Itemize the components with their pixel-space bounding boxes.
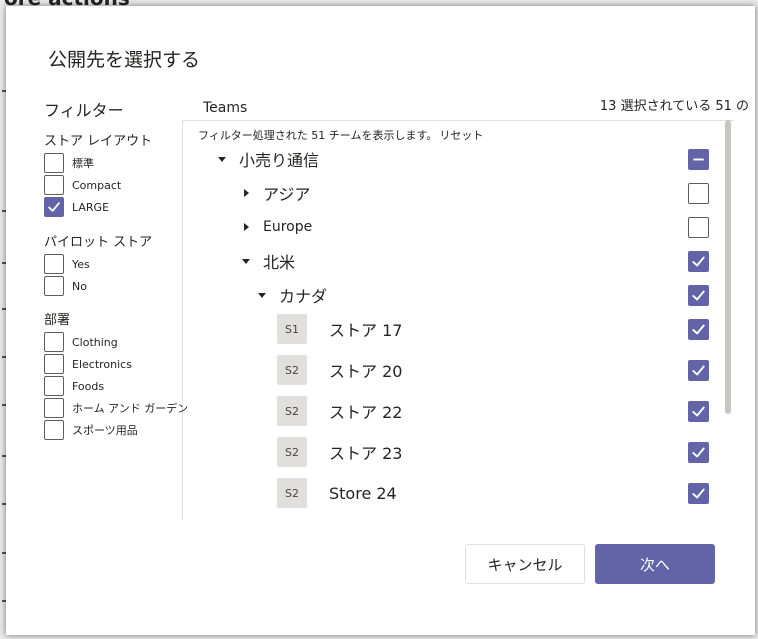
reset-link[interactable]: リセット <box>439 129 483 142</box>
teams-heading: Teams <box>203 100 248 116</box>
filter-option-label: No <box>72 279 87 293</box>
filter-option-label: LARGE <box>72 200 110 214</box>
checkmark-icon <box>692 488 705 498</box>
row-checkbox[interactable] <box>688 284 709 306</box>
tree-group-label: 北米 <box>263 253 296 272</box>
filter-status: フィルター処理された 51 チームを表示します。 リセット <box>198 127 483 143</box>
row-checkbox[interactable] <box>688 359 709 381</box>
filter-option[interactable]: Electronics <box>44 353 188 375</box>
tree-group-label: アジア <box>263 185 311 204</box>
team-name: ストア 17 <box>329 321 403 340</box>
header-divider <box>182 120 734 121</box>
team-row[interactable]: S2 ストア 22 <box>183 396 723 426</box>
filter-checkbox[interactable] <box>44 175 64 195</box>
tree-group-row[interactable]: アジア <box>183 178 723 208</box>
filter-checkbox[interactable] <box>44 197 64 217</box>
filter-checkbox[interactable] <box>44 398 64 418</box>
filter-group: 部署 Clothing Electronics Foods ホーム アンド ガーデン スポ… <box>44 311 188 441</box>
select-audience-dialog: 公開先を選択する フィルター Teams 13 選択されている 51 の ストア… <box>6 6 755 635</box>
row-checkbox[interactable] <box>688 441 709 463</box>
team-avatar: S2 <box>277 355 307 385</box>
team-name: ストア 23 <box>329 444 403 463</box>
team-row[interactable]: S2 ストア 23 <box>183 437 723 467</box>
filter-option[interactable]: LARGE <box>44 196 152 218</box>
row-checkbox[interactable] <box>688 216 709 238</box>
filter-group-label: パイロット ストア <box>44 235 153 250</box>
tree-group-row[interactable]: Europe <box>183 212 723 242</box>
tree-scrollbar[interactable] <box>725 120 731 414</box>
tree-group-row[interactable]: 北米 <box>183 246 723 276</box>
filter-option[interactable]: Clothing <box>44 331 188 353</box>
caret-down-icon[interactable] <box>217 154 227 164</box>
filter-option-label: Compact <box>72 178 122 192</box>
filter-group: パイロット ストア Yes No <box>44 233 152 297</box>
caret-right-icon[interactable] <box>241 188 251 198</box>
filter-group-label: 部署 <box>44 313 71 328</box>
team-avatar: S2 <box>277 437 307 467</box>
filter-group: ストア レイアウト標準 Compact LARGE <box>44 132 152 218</box>
checkmark-icon <box>692 406 705 416</box>
filter-checkbox[interactable] <box>44 276 64 296</box>
tree-group-label: カナダ <box>279 287 328 306</box>
team-name: ストア 20 <box>329 362 403 381</box>
tree-group-row[interactable]: 小売り通信 <box>183 146 723 174</box>
row-checkbox[interactable] <box>688 148 709 170</box>
filter-checkbox[interactable] <box>44 254 64 274</box>
row-checkbox[interactable] <box>688 318 709 340</box>
filter-checkbox[interactable] <box>44 376 64 396</box>
team-name: ストア 22 <box>329 403 403 422</box>
team-avatar: S2 <box>277 478 307 508</box>
filter-option-label: スポーツ用品 <box>72 424 138 437</box>
team-avatar: S2 <box>277 396 307 426</box>
filter-option-label: Yes <box>72 257 90 271</box>
filter-option[interactable]: Foods <box>44 375 188 397</box>
filter-checkbox[interactable] <box>44 332 64 352</box>
checkmark-icon <box>48 202 60 212</box>
filter-option[interactable]: ホーム アンド ガーデン <box>44 397 188 419</box>
filter-option[interactable]: Compact <box>44 174 152 196</box>
row-checkbox[interactable] <box>688 250 709 272</box>
caret-down-icon[interactable] <box>241 256 251 266</box>
row-checkbox[interactable] <box>688 482 709 504</box>
filter-option[interactable]: スポーツ用品 <box>44 419 188 441</box>
team-tree: 小売り通信アジア Europe 北米カナダ S1 ストア 17 S2 ストア 20 S2 ストア… <box>183 146 723 510</box>
filter-option-label: Electronics <box>72 357 132 371</box>
filter-option-label: 標準 <box>72 157 94 170</box>
tree-group-label: Europe <box>263 219 313 235</box>
tree-group-label: 小売り通信 <box>239 151 320 170</box>
filter-checkbox[interactable] <box>44 420 64 440</box>
row-checkbox[interactable] <box>688 400 709 422</box>
team-row[interactable]: S2 ストア 20 <box>183 355 723 385</box>
team-avatar: S1 <box>277 314 307 344</box>
next-button[interactable]: 次へ <box>595 544 715 584</box>
filter-option[interactable]: No <box>44 275 152 297</box>
cancel-button[interactable]: キャンセル <box>465 544 585 584</box>
dash-icon <box>693 158 704 160</box>
team-row[interactable]: S1 ストア 17 <box>183 314 723 344</box>
row-checkbox[interactable] <box>688 182 709 204</box>
filter-option[interactable]: 標準 <box>44 152 152 174</box>
checkmark-icon <box>692 290 705 300</box>
filter-option-label: Clothing <box>72 335 118 349</box>
caret-right-icon[interactable] <box>241 222 251 232</box>
filter-option-label: Foods <box>72 379 105 393</box>
caret-down-icon[interactable] <box>257 290 267 300</box>
selection-count: 13 選択されている 51 の <box>599 99 749 114</box>
team-name: Store 24 <box>329 483 397 503</box>
filter-option[interactable]: Yes <box>44 253 152 275</box>
checkmark-icon <box>692 324 705 334</box>
checkmark-icon <box>692 447 705 457</box>
filter-option-label: ホーム アンド ガーデン <box>72 402 189 415</box>
tree-group-row[interactable]: カナダ <box>183 280 723 310</box>
checkmark-icon <box>692 256 705 266</box>
checkmark-icon <box>692 365 705 375</box>
team-row[interactable]: S2 Store 24 <box>183 478 723 508</box>
filter-checkbox[interactable] <box>44 354 64 374</box>
dialog-title: 公開先を選択する <box>48 49 201 71</box>
filter-group-label: ストア レイアウト <box>44 134 153 149</box>
filter-checkbox[interactable] <box>44 153 64 173</box>
filter-heading: フィルター <box>44 101 124 120</box>
filter-status-text: フィルター処理された 51 チームを表示します。 <box>198 129 438 142</box>
